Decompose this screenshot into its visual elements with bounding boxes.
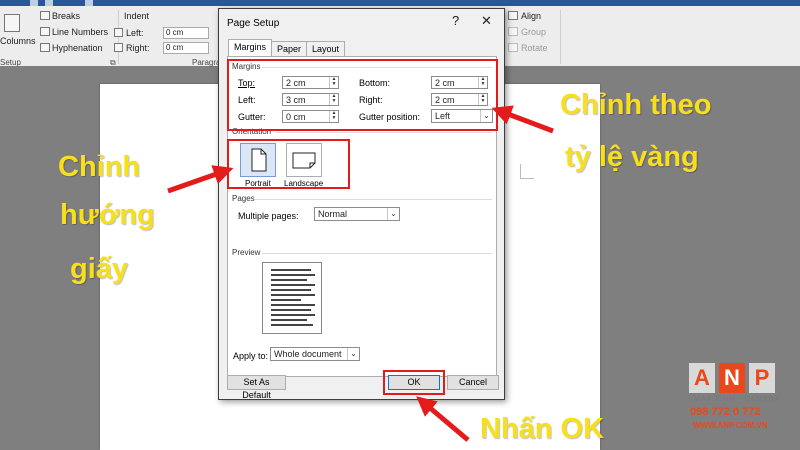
annotation-golden-ratio-line2: tỷ lệ vàng bbox=[565, 141, 699, 173]
logo-letter-p: P bbox=[749, 363, 775, 393]
logo-tagline: MÁY TÍNH - CAMERA bbox=[694, 396, 781, 403]
annotation-orientation-line3: giấy bbox=[70, 253, 129, 285]
annotation-press-ok: Nhấn OK bbox=[480, 413, 605, 445]
annotation-golden-ratio-line1: Chỉnh theo bbox=[560, 89, 712, 121]
arrow-to-orientation bbox=[167, 165, 234, 194]
annotation-orientation-line2: hướng bbox=[60, 199, 155, 231]
arrow-to-ok bbox=[416, 396, 470, 442]
logo-phone: 098 772 0 772 bbox=[690, 406, 761, 418]
logo-website: WWW.ANP.COM.VN bbox=[693, 421, 768, 430]
annotation-orientation-line1: Chỉnh bbox=[58, 151, 141, 183]
logo-letter-n: N bbox=[719, 363, 745, 393]
logo-letter-a: A bbox=[689, 363, 715, 393]
arrow-to-margins bbox=[491, 105, 554, 134]
